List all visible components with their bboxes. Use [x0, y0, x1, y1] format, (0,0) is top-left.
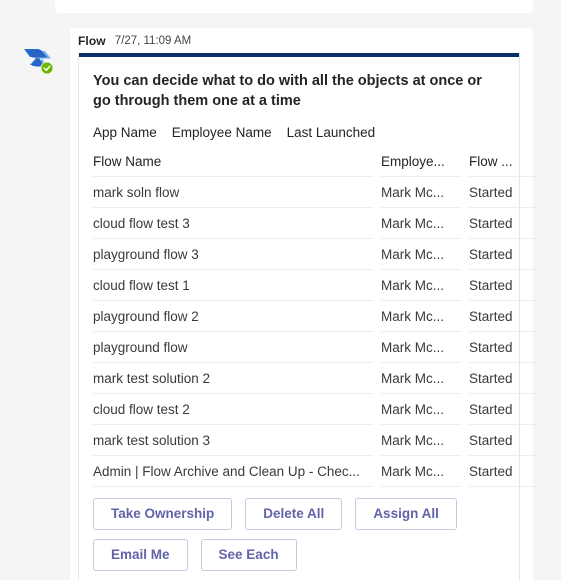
- cell-flow-name: cloud flow test 2: [93, 394, 373, 425]
- table-row: Admin | Flow Archive and Clean Up - Chec…: [93, 456, 539, 487]
- cell-flow-name: mark test solution 3: [93, 425, 373, 456]
- cell-flow-status: Started: [469, 456, 539, 487]
- card-content: You can decide what to do with all the o…: [79, 57, 539, 580]
- cell-flow-name: mark test solution 2: [93, 363, 373, 394]
- email-me-button[interactable]: Email Me: [93, 539, 188, 571]
- cell-flow-status: Started: [469, 394, 539, 425]
- cell-employee: Mark Mc...: [381, 332, 461, 363]
- cell-flow-name: cloud flow test 1: [93, 270, 373, 301]
- cell-flow-status: Started: [469, 301, 539, 332]
- cell-employee: Mark Mc...: [381, 177, 461, 208]
- cell-flow-name: playground flow 3: [93, 239, 373, 270]
- avatar: [18, 40, 58, 80]
- see-each-button[interactable]: See Each: [200, 539, 297, 571]
- message-timestamp: 7/27, 11:09 AM: [114, 34, 192, 47]
- table-row: mark test solution 3 Mark Mc... Started: [93, 425, 539, 456]
- adaptive-card: You can decide what to do with all the o…: [78, 53, 539, 580]
- cell-flow-name: Admin | Flow Archive and Clean Up - Chec…: [93, 456, 373, 487]
- table-row: cloud flow test 2 Mark Mc... Started: [93, 394, 539, 425]
- table-header: Flow Name Employe... Flow ...: [93, 152, 539, 177]
- table-row: playground flow 3 Mark Mc... Started: [93, 239, 539, 270]
- table-body: mark soln flow Mark Mc... Started cloud flo…: [93, 177, 539, 487]
- sender-name: Flow: [78, 33, 106, 48]
- cell-flow-status: Started: [469, 177, 539, 208]
- cell-employee: Mark Mc...: [381, 456, 461, 487]
- table-row: cloud flow test 3 Mark Mc... Started: [93, 208, 539, 239]
- take-ownership-button[interactable]: Take Ownership: [93, 498, 233, 530]
- cell-employee: Mark Mc...: [381, 208, 461, 239]
- column-header-employee[interactable]: Employe...: [381, 152, 461, 177]
- cell-flow-name: cloud flow test 3: [93, 208, 373, 239]
- cell-employee: Mark Mc...: [381, 301, 461, 332]
- table-row: playground flow 2 Mark Mc... Started: [93, 301, 539, 332]
- cell-flow-name: playground flow: [93, 332, 373, 363]
- cell-flow-status: Started: [469, 332, 539, 363]
- delete-all-button[interactable]: Delete All: [245, 498, 343, 530]
- cell-employee: Mark Mc...: [381, 394, 461, 425]
- table-row: mark test solution 2 Mark Mc... Started: [93, 363, 539, 394]
- cell-employee: Mark Mc...: [381, 239, 461, 270]
- card-actions: Take Ownership Delete All Assign All Ema…: [93, 487, 473, 580]
- cell-employee: Mark Mc...: [381, 270, 461, 301]
- table-header-row: Flow Name Employe... Flow ...: [93, 152, 539, 177]
- table-row: playground flow Mark Mc... Started: [93, 332, 539, 363]
- cell-employee: Mark Mc...: [381, 425, 461, 456]
- flows-table: Flow Name Employe... Flow ... mark soln …: [85, 152, 547, 487]
- chat-page: Flow 7/27, 11:09 AM You can decide what …: [0, 0, 561, 580]
- message-header: Flow 7/27, 11:09 AM: [70, 28, 533, 53]
- card-body-text: You can decide what to do with all the o…: [93, 73, 482, 109]
- column-header-flow-status[interactable]: Flow ...: [469, 152, 539, 177]
- cell-flow-status: Started: [469, 208, 539, 239]
- column-note: App Name Employee Name Last Launched: [93, 125, 505, 140]
- cell-employee: Mark Mc...: [381, 363, 461, 394]
- column-note-employee-name: Employee Name: [171, 125, 272, 140]
- power-automate-logo-icon: [24, 49, 54, 75]
- column-note-app-name: App Name: [93, 125, 157, 140]
- adaptive-card-wrapper: You can decide what to do with all the o…: [70, 53, 539, 580]
- cell-flow-status: Started: [469, 363, 539, 394]
- table-row: mark soln flow Mark Mc... Started: [93, 177, 539, 208]
- cell-flow-name: mark soln flow: [93, 177, 373, 208]
- column-header-flow-name[interactable]: Flow Name: [93, 152, 373, 177]
- previous-message-card: [55, 0, 533, 13]
- assign-all-button[interactable]: Assign All: [355, 498, 457, 530]
- message-body: Flow 7/27, 11:09 AM You can decide what …: [70, 28, 539, 580]
- cell-flow-status: Started: [469, 239, 539, 270]
- cell-flow-name: playground flow 2: [93, 301, 373, 332]
- column-note-last-launched: Last Launched: [286, 125, 376, 140]
- table-row: cloud flow test 1 Mark Mc... Started: [93, 270, 539, 301]
- cell-flow-status: Started: [469, 425, 539, 456]
- cell-flow-status: Started: [469, 270, 539, 301]
